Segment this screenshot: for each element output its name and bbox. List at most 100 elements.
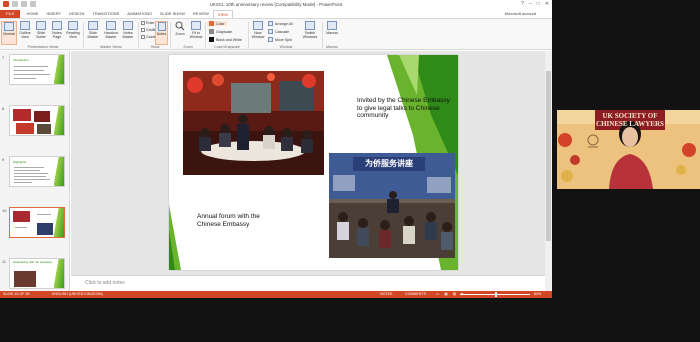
arrange-all-icon <box>268 21 273 26</box>
thumbnail-text-line <box>37 214 51 216</box>
slide-text-embassy-talks[interactable]: Invited by the Chinese Embassy to give l… <box>357 97 451 120</box>
notes-status-button[interactable]: NOTES <box>380 292 392 296</box>
cascade-icon <box>268 29 273 34</box>
slide-master-icon <box>88 21 98 30</box>
thumbnail-text-line <box>15 227 27 229</box>
grayscale-swatch-icon <box>209 29 214 34</box>
minimize-icon[interactable]: – <box>529 1 532 7</box>
color-button[interactable]: Color <box>207 21 227 26</box>
tab-animations[interactable]: ANIMATIONS <box>123 10 156 18</box>
thumbnail-decoration <box>54 259 64 288</box>
powerpoint-window: UKSCL 10th anniversary review [Compatibi… <box>0 0 552 298</box>
thumbnail-title: Introduction <box>13 58 29 62</box>
group-label-show: Show <box>150 45 160 49</box>
ribbon-divider <box>205 22 206 48</box>
maximize-icon[interactable]: □ <box>537 1 540 7</box>
scrollbar-thumb[interactable] <box>546 71 551 241</box>
slide-counter: SLIDE 10 OF 28 <box>3 292 30 296</box>
thumbnail-number: 8 <box>2 106 5 111</box>
webcam-banner-line2: CHINESE LAWYERS <box>596 120 664 128</box>
thumbnail-title: Networking with the embassy <box>13 260 53 264</box>
slide-sorter-button[interactable]: Slide Sorter <box>33 21 49 45</box>
slide-text-annual-forum[interactable]: Annual forum with the Chinese Embassy <box>197 213 277 228</box>
thumbnail-decoration <box>54 157 64 186</box>
tab-transitions[interactable]: TRANSITIONS <box>88 10 123 18</box>
arrange-all-button[interactable]: Arrange All <box>268 21 293 26</box>
outline-view-button[interactable]: Outline View <box>17 21 33 45</box>
lecture-banner-text: 为侨服务讲座 <box>365 159 413 168</box>
ribbon: Normal Outline View Slide Sorter Notes P… <box>0 18 552 50</box>
macros-button[interactable]: Macros <box>324 21 340 45</box>
outline-view-icon <box>20 21 30 30</box>
thumbnail-number: 10 <box>2 208 7 213</box>
zoom-slider-thumb[interactable] <box>495 292 497 297</box>
thumbnail-title: Highlights <box>13 160 27 164</box>
comments-status-button[interactable]: COMMENTS <box>405 292 426 296</box>
thumbnail-text-line <box>14 170 40 172</box>
tab-file[interactable]: FILE <box>0 10 21 18</box>
thumbnail-text-line <box>14 74 50 76</box>
thumbnail-photo <box>34 111 50 122</box>
handout-master-icon <box>106 21 116 30</box>
group-label-color-grayscale: Color/Grayscale <box>214 45 240 49</box>
thumbnail-number: 7 <box>2 55 5 60</box>
slide-thumbnail-7[interactable]: Introduction <box>9 54 65 85</box>
help-icon[interactable]: ? <box>521 1 524 7</box>
vertical-scrollbar[interactable] <box>545 51 552 291</box>
thumbnail-photo <box>14 271 36 287</box>
tab-insert[interactable]: INSERT <box>42 10 65 18</box>
reading-view-icon <box>68 21 78 30</box>
checkbox-icon <box>141 28 145 32</box>
switch-windows-button[interactable]: Switch Windows <box>299 21 321 45</box>
thumbnail-text-line <box>14 182 32 184</box>
tab-design[interactable]: DESIGN <box>65 10 88 18</box>
notes-master-button[interactable]: Notes Master <box>120 21 136 45</box>
switch-windows-icon <box>305 21 315 30</box>
thumbnail-photo <box>37 124 51 134</box>
current-slide[interactable]: Invited by the Chinese Embassy to give l… <box>169 55 458 270</box>
slide-thumbnail-11[interactable]: Networking with the embassy <box>9 258 65 289</box>
language-indicator[interactable]: ENGLISH (UNITED KINGDOM) <box>52 292 103 296</box>
black-and-white-button[interactable]: Black and White <box>209 37 242 42</box>
checkbox-icon <box>141 21 145 25</box>
handout-master-button[interactable]: Handout Master <box>102 21 120 45</box>
dinner-photo <box>183 71 324 175</box>
zoom-level[interactable]: 84% <box>534 292 541 296</box>
slide-thumbnail-9[interactable]: Highlights <box>9 156 65 187</box>
move-split-button[interactable]: Move Split <box>268 37 292 42</box>
notes-page-button[interactable]: Notes Page <box>49 21 65 45</box>
group-label-zoom: Zoom <box>183 45 193 49</box>
notes-toggle-button[interactable]: Notes <box>155 21 168 45</box>
thumbnail-text-line <box>14 173 48 175</box>
slide-thumbnail-8[interactable] <box>9 105 65 136</box>
close-icon[interactable]: ✕ <box>545 1 549 7</box>
group-label-macros: Macros <box>326 45 338 49</box>
slide-thumbnails-pane: 7 Introduction 8 9 Highlights 10 11 Netw… <box>0 51 70 291</box>
new-window-button[interactable]: New Window <box>250 21 266 45</box>
fit-to-window-button[interactable]: Fit to Window <box>188 21 204 45</box>
tab-view[interactable]: VIEW <box>212 10 234 18</box>
new-window-icon <box>253 21 263 30</box>
slide-master-button[interactable]: Slide Master <box>85 21 101 45</box>
thumbnail-photo <box>16 123 34 134</box>
grayscale-button[interactable]: Grayscale <box>209 29 232 34</box>
account-name[interactable]: Microsoft account <box>505 10 536 18</box>
normal-view-button[interactable]: Normal <box>1 21 17 45</box>
fit-to-window-icon <box>191 21 201 30</box>
tab-home[interactable]: HOME <box>22 10 42 18</box>
cascade-button[interactable]: Cascade <box>268 29 289 34</box>
notes-pane[interactable]: Click to add notes <box>71 275 545 291</box>
ruler-checkbox[interactable]: Ruler <box>141 21 155 25</box>
notes-page-icon <box>52 21 62 30</box>
reading-view-button[interactable]: Reading View <box>65 21 81 45</box>
webcam-banner-line1: UK SOCIETY OF <box>602 112 658 120</box>
normal-view-icon <box>4 22 14 31</box>
thumbnail-text-line <box>14 179 50 181</box>
slide-thumbnail-10[interactable] <box>9 207 65 238</box>
zoom-button[interactable]: Zoom <box>172 21 188 45</box>
tab-review[interactable]: REVIEW <box>189 10 213 18</box>
tab-slide-show[interactable]: SLIDE SHOW <box>156 10 189 18</box>
group-label-presentation-views: Presentation Views <box>27 45 59 49</box>
notes-placeholder: Click to add notes <box>85 280 125 286</box>
slide-editor: Invited by the Chinese Embassy to give l… <box>71 51 552 291</box>
